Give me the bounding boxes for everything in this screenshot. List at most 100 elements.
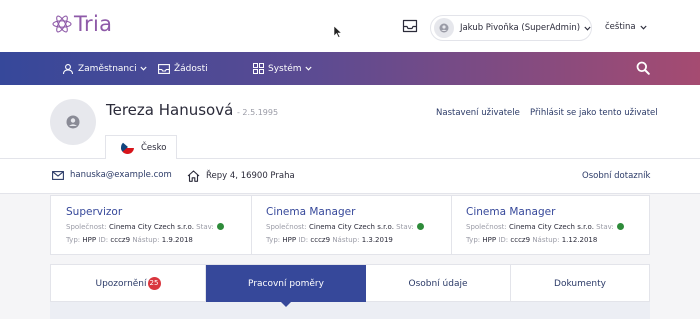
tab-label: Upozornění [95, 278, 147, 289]
users-icon [62, 63, 74, 74]
contact-row: hanuska@example.com Řepy 4, 16900 Praha … [0, 159, 700, 194]
card-divider [451, 196, 452, 254]
company-label: Společnost: [66, 223, 107, 231]
position-details-line: Typ: HPP ID: cccz9 Nástup: 1.12.2018 [466, 236, 597, 244]
country-tab-label: Česko [141, 142, 167, 153]
home-icon [187, 170, 200, 182]
profile-avatar [50, 99, 96, 145]
tab-country[interactable]: Česko [105, 135, 177, 159]
type-value: HPP [482, 236, 497, 244]
company-label: Společnost: [266, 223, 307, 231]
address-text: Řepy 4, 16900 Praha [206, 171, 295, 181]
notification-count-badge: 25 [147, 277, 161, 290]
tab-label: Pracovní poměry [248, 278, 324, 289]
position-card[interactable]: Cinema Manager Společnost: Cinema City C… [266, 196, 446, 254]
tab-employment[interactable]: Pracovní poměry [206, 265, 366, 302]
czech-flag-icon [121, 141, 134, 154]
company-value: Cinema City Czech s.r.o. [308, 223, 394, 231]
start-label: Nástup: [532, 236, 560, 244]
user-avatar-icon [439, 23, 449, 33]
id-value: cccz9 [510, 236, 531, 244]
type-label: Typ: [66, 236, 81, 244]
position-title: Cinema Manager [466, 206, 556, 218]
user-avatar [434, 18, 454, 38]
start-label: Nástup: [132, 236, 160, 244]
nav-item-system[interactable]: Systém [253, 52, 312, 85]
profile-birth-date: - 2.5.1995 [237, 108, 279, 117]
start-value: 1.3.2019 [361, 236, 393, 244]
app-logo[interactable]: Tria [52, 12, 112, 36]
chevron-down-icon [640, 25, 647, 30]
id-label: ID: [298, 236, 309, 244]
position-details-line: Typ: HPP ID: cccz9 Nástup: 1.9.2018 [66, 236, 193, 244]
positions-panel: Supervizor Společnost: Cinema City Czech… [50, 195, 650, 255]
nav-item-employees[interactable]: Zaměstnanci [62, 52, 147, 85]
type-label: Typ: [466, 236, 481, 244]
status-label: Stav: [596, 223, 614, 231]
active-tab-indicator [280, 301, 292, 307]
login-as-user-link[interactable]: Přihlásit se jako tento uživatel [530, 108, 658, 118]
tab-label: Osobní údaje [408, 278, 468, 289]
status-label: Stav: [396, 223, 414, 231]
personal-questionnaire-link[interactable]: Osobní dotazník [582, 171, 650, 181]
user-settings-link[interactable]: Nastavení uživatele [436, 108, 520, 118]
main-nav: Zaměstnanci Žádosti Systém [0, 52, 700, 85]
position-company-line: Společnost: Cinema City Czech s.r.o. Sta… [266, 223, 424, 231]
address: Řepy 4, 16900 Praha [187, 170, 295, 182]
chevron-down-icon [304, 66, 312, 71]
user-avatar-icon [66, 115, 80, 129]
start-value: 1.12.2018 [561, 236, 598, 244]
chevron-down-icon [584, 26, 591, 31]
company-value: Cinema City Czech s.r.o. [508, 223, 594, 231]
top-bar: Tria Jakub Pivoňka (SuperAdmin) čeština [0, 0, 700, 52]
company-label: Společnost: [466, 223, 507, 231]
start-value: 1.9.2018 [161, 236, 193, 244]
profile-tabs: Upozornění 25 Pracovní poměry Osobní úda… [50, 264, 650, 302]
logo-text: Tria [74, 12, 113, 36]
position-title: Supervizor [66, 206, 123, 218]
language-label: čeština [605, 22, 636, 32]
mouse-cursor-icon [334, 26, 342, 38]
position-card[interactable]: Supervizor Společnost: Cinema City Czech… [66, 196, 246, 254]
position-card[interactable]: Cinema Manager Společnost: Cinema City C… [466, 196, 646, 254]
status-label: Stav: [196, 223, 214, 231]
user-menu-button[interactable]: Jakub Pivoňka (SuperAdmin) [430, 15, 592, 41]
status-active-dot [216, 223, 224, 230]
profile-header: Tereza Hanusová - 2.5.1995 Nastavení uži… [0, 85, 700, 159]
nav-label: Žádosti [174, 63, 208, 74]
position-title: Cinema Manager [266, 206, 356, 218]
status-active-dot [416, 223, 424, 230]
email-text: hanuska@example.com [70, 170, 172, 180]
chevron-down-icon [139, 66, 147, 71]
grid-icon [253, 63, 264, 74]
id-label: ID: [498, 236, 509, 244]
tab-documents[interactable]: Dokumenty [511, 265, 649, 302]
tria-logo-icon [52, 15, 72, 33]
tab-content-area [50, 302, 650, 319]
id-value: cccz9 [110, 236, 131, 244]
envelope-icon [52, 170, 64, 180]
nav-label: Systém [268, 63, 302, 74]
id-label: ID: [98, 236, 109, 244]
search-icon[interactable] [636, 61, 650, 75]
mail-icon [158, 63, 170, 74]
type-label: Typ: [266, 236, 281, 244]
nav-item-requests[interactable]: Žádosti [158, 52, 208, 85]
company-value: Cinema City Czech s.r.o. [108, 223, 194, 231]
tab-personal-data[interactable]: Osobní údaje [366, 265, 511, 302]
tab-label: Dokumenty [554, 278, 606, 289]
card-divider [251, 196, 252, 254]
tab-notifications[interactable]: Upozornění 25 [51, 265, 206, 302]
inbox-icon[interactable] [402, 19, 418, 33]
id-value: cccz9 [310, 236, 331, 244]
position-details-line: Typ: HPP ID: cccz9 Nástup: 1.3.2019 [266, 236, 393, 244]
position-company-line: Společnost: Cinema City Czech s.r.o. Sta… [466, 223, 624, 231]
nav-label: Zaměstnanci [78, 63, 137, 74]
profile-name: Tereza Hanusová [106, 101, 234, 119]
type-value: HPP [282, 236, 297, 244]
type-value: HPP [82, 236, 97, 244]
email-link[interactable]: hanuska@example.com [52, 170, 172, 180]
start-label: Nástup: [332, 236, 360, 244]
language-selector[interactable]: čeština [605, 22, 647, 32]
position-company-line: Společnost: Cinema City Czech s.r.o. Sta… [66, 223, 224, 231]
